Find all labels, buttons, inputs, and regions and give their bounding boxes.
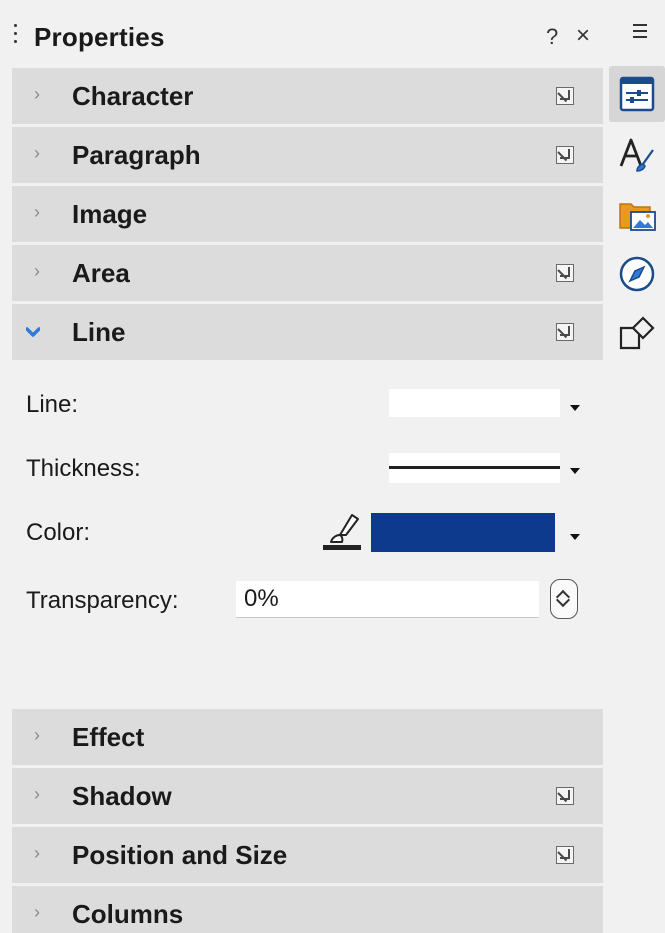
chevron-down-icon <box>25 322 41 343</box>
properties-icon <box>619 76 655 112</box>
section-shadow[interactable]: › Shadow <box>12 768 603 824</box>
thickness-preview <box>389 466 560 469</box>
transparency-input[interactable] <box>236 581 539 618</box>
properties-panel: Properties ? × › Character › Paragraph ›… <box>0 0 605 933</box>
section-label: Line <box>72 317 126 347</box>
tab-navigator[interactable] <box>609 246 665 302</box>
navigator-icon <box>619 256 655 292</box>
more-options-icon[interactable] <box>556 846 574 864</box>
panel-titlebar: Properties ? × <box>0 10 605 66</box>
section-label: Position and Size <box>72 840 288 870</box>
chevron-right-icon: › <box>34 202 40 222</box>
section-effect[interactable]: › Effect <box>12 709 603 765</box>
thickness-label: Thickness: <box>26 455 141 482</box>
section-label: Columns <box>72 899 184 929</box>
styles-icon <box>619 138 654 172</box>
color-label: Color: <box>26 519 91 546</box>
panel-title: Properties <box>34 22 165 52</box>
section-label: Paragraph <box>72 140 201 170</box>
close-button[interactable]: × <box>576 22 590 50</box>
line-style-label: Line: <box>26 391 79 418</box>
section-position-and-size[interactable]: › Position and Size <box>12 827 603 883</box>
more-options-icon[interactable] <box>556 787 574 805</box>
section-character[interactable]: › Character <box>12 68 603 124</box>
more-options-icon[interactable] <box>556 87 574 105</box>
more-options-icon[interactable] <box>556 146 574 164</box>
chevron-down-icon[interactable] <box>570 534 580 540</box>
sidebar-tab-bar <box>605 0 665 933</box>
chevron-right-icon: › <box>34 84 40 104</box>
section-paragraph[interactable]: › Paragraph <box>12 127 603 183</box>
line-style-dropdown[interactable] <box>389 389 560 417</box>
chevron-right-icon: › <box>34 843 40 863</box>
more-options-icon[interactable] <box>556 264 574 282</box>
chevron-right-icon: › <box>34 784 40 804</box>
tab-styles[interactable] <box>609 126 665 182</box>
thickness-dropdown[interactable] <box>389 453 560 483</box>
section-label: Area <box>72 258 130 288</box>
section-image[interactable]: › Image <box>12 186 603 242</box>
section-label: Shadow <box>72 781 172 811</box>
section-label: Image <box>72 199 148 229</box>
gallery-icon <box>619 203 656 231</box>
shapes-icon <box>619 316 655 350</box>
chevron-down-icon[interactable] <box>570 468 580 474</box>
tab-shapes[interactable] <box>609 306 665 362</box>
help-button[interactable]: ? <box>546 24 558 50</box>
drag-grip-icon[interactable] <box>14 24 18 46</box>
more-options-icon[interactable] <box>556 323 574 341</box>
section-columns[interactable]: › Columns <box>12 886 603 933</box>
transparency-stepper[interactable] <box>550 579 578 619</box>
chevron-right-icon: › <box>34 902 40 922</box>
line-color-swatch[interactable] <box>371 513 555 552</box>
section-line[interactable]: Line <box>12 304 603 360</box>
chevron-right-icon: › <box>34 143 40 163</box>
tab-gallery[interactable] <box>609 186 665 242</box>
section-area[interactable]: › Area <box>12 245 603 301</box>
section-label: Character <box>72 81 194 111</box>
transparency-label: Transparency: <box>26 587 179 614</box>
tab-properties[interactable] <box>609 66 665 122</box>
hamburger-menu-icon[interactable] <box>633 24 647 42</box>
chevron-right-icon: › <box>34 725 40 745</box>
paintbrush-icon[interactable] <box>322 511 362 553</box>
chevron-down-icon[interactable] <box>570 405 580 411</box>
chevron-right-icon: › <box>34 261 40 281</box>
section-label: Effect <box>72 722 145 752</box>
